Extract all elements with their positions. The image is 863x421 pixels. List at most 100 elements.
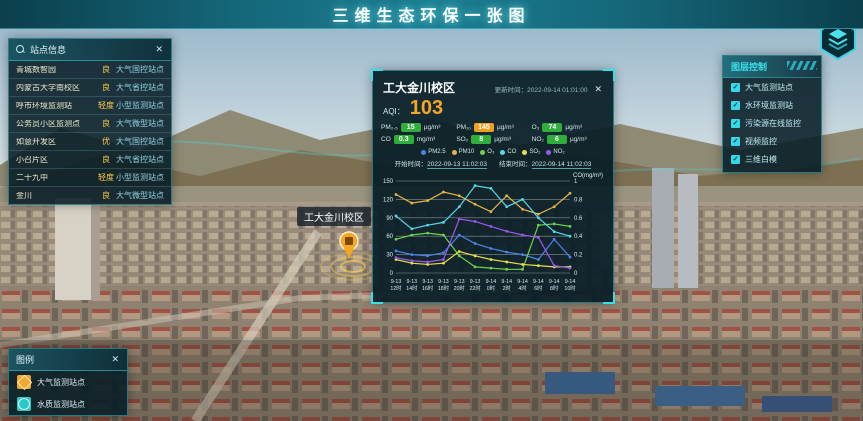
legend-item[interactable]: O₃ xyxy=(480,149,494,155)
pollutant-value-badge: 8 xyxy=(471,135,491,144)
start-time-input[interactable]: 2022-09-13 11:02:03 xyxy=(427,161,487,169)
legend-label: 水质监测站点 xyxy=(37,399,85,410)
svg-text:8时: 8时 xyxy=(550,284,559,292)
station-row[interactable]: 内蒙古大学南校区 良 大气省控站点 xyxy=(9,79,171,97)
checkbox-checked-icon[interactable]: ✓ xyxy=(731,119,740,128)
layer-panel-title: 图层控制 xyxy=(723,56,821,78)
station-marker-pin[interactable] xyxy=(336,230,362,260)
svg-text:0时: 0时 xyxy=(487,284,496,292)
water-station-marker-icon xyxy=(17,397,31,411)
svg-text:90: 90 xyxy=(386,216,393,222)
close-icon[interactable]: ✕ xyxy=(110,354,120,365)
svg-text:0.2: 0.2 xyxy=(574,253,583,259)
station-type: 大气微型站点 xyxy=(116,120,164,128)
pollutant-cell: O₃ 74 µg/m³ xyxy=(532,123,605,132)
station-row[interactable]: 呼市环境监测站 轻度 小型监测站点 xyxy=(9,97,171,115)
legend-panel-title: 图例 xyxy=(16,353,105,366)
svg-text:150: 150 xyxy=(383,179,394,185)
station-row[interactable]: 小召片区 良 大气省控站点 xyxy=(9,151,171,169)
svg-text:0.4: 0.4 xyxy=(574,234,583,240)
station-status: 良 xyxy=(96,66,116,74)
svg-text:18时: 18时 xyxy=(438,284,450,292)
title-bar: 三维生态环保一张图 xyxy=(0,0,863,29)
layer-item[interactable]: ✓ 污染源在线监控 xyxy=(723,114,821,132)
popup-title: 工大金川校区 xyxy=(383,79,455,96)
layer-item[interactable]: ✓ 水环境监测站 xyxy=(723,96,821,114)
close-icon[interactable]: ✕ xyxy=(154,44,164,55)
station-row[interactable]: 青城数智园 良 大气国控站点 xyxy=(9,61,171,79)
svg-text:9-14: 9-14 xyxy=(517,279,528,285)
series-dot-icon xyxy=(480,150,485,155)
legend-item[interactable]: PM2.5 xyxy=(421,149,445,155)
svg-text:9-14: 9-14 xyxy=(549,279,560,285)
station-status: 轻度 xyxy=(96,174,116,182)
pollutant-label: PM₁₀ xyxy=(456,124,471,131)
close-icon[interactable]: ✕ xyxy=(593,84,603,95)
pollutant-grid: PM₂.₅ 15 µg/m³ PM₁₀ 145 µg/m³ O₃ 74 µg/m… xyxy=(373,118,613,146)
legend-label: 大气监测站点 xyxy=(37,377,85,388)
station-row[interactable]: 如意开发区 优 大气国控站点 xyxy=(9,133,171,151)
page-title: 三维生态环保一张图 xyxy=(332,2,530,26)
aqi-label: AQI： xyxy=(383,106,405,117)
pollutant-value-badge: 0.3 xyxy=(394,135,414,144)
station-row[interactable]: 金川 良 大气微型站点 xyxy=(9,187,171,204)
station-status: 良 xyxy=(96,84,116,92)
checkbox-checked-icon[interactable]: ✓ xyxy=(731,101,740,110)
end-time-label: 结束时间： xyxy=(499,161,532,168)
pollutant-label: SO₂ xyxy=(456,136,468,143)
station-name: 内蒙古大学南校区 xyxy=(16,84,96,92)
pollutant-unit: µg/m³ xyxy=(424,124,441,131)
legend-item: 大气监测站点 xyxy=(9,371,127,393)
checkbox-checked-icon[interactable]: ✓ xyxy=(731,155,740,164)
pollutant-unit: µg/m³ xyxy=(497,124,514,131)
pollutant-unit: mg/m³ xyxy=(417,136,435,143)
layer-control-panel: 图层控制 ✓ 大气监测站点 ✓ 水环境监测站 ✓ 污染源在线监控 ✓ 视频监控 … xyxy=(722,55,822,173)
station-status: 良 xyxy=(96,156,116,164)
series-dot-icon xyxy=(421,150,426,155)
station-type: 大气国控站点 xyxy=(116,66,164,74)
popup-update-time: 更新时间：2022-09-14 01:01:00 xyxy=(495,84,588,94)
series-dot-icon xyxy=(522,150,527,155)
station-row[interactable]: 二十九中 轻度 小型监测站点 xyxy=(9,169,171,187)
pollutant-cell: PM₂.₅ 15 µg/m³ xyxy=(381,123,454,132)
svg-text:9-13: 9-13 xyxy=(454,279,465,285)
start-time-label: 开始时间： xyxy=(395,161,428,168)
station-status: 良 xyxy=(96,120,116,128)
checkbox-checked-icon[interactable]: ✓ xyxy=(731,137,740,146)
station-type: 小型监测站点 xyxy=(116,102,164,110)
pollutant-label: NO₂ xyxy=(532,136,544,143)
svg-text:20时: 20时 xyxy=(454,284,466,292)
layer-item[interactable]: ✓ 三维白模 xyxy=(723,150,821,168)
station-panel-header: 站点信息 ✕ xyxy=(9,39,171,61)
pollutant-label: O₃ xyxy=(532,124,540,131)
pollutant-unit: µg/m³ xyxy=(494,136,511,143)
station-map-label[interactable]: 工大金川校区 xyxy=(297,207,371,226)
station-panel-title: 站点信息 xyxy=(30,43,149,56)
end-time-input[interactable]: 2022-09-14 11:02:03 xyxy=(532,161,592,169)
legend-item[interactable]: NO₂ xyxy=(546,149,564,155)
station-row[interactable]: 公务员小区监测点 良 大气微型站点 xyxy=(9,115,171,133)
svg-text:9-13: 9-13 xyxy=(438,279,449,285)
layer-item[interactable]: ✓ 视频监控 xyxy=(723,132,821,150)
svg-text:60: 60 xyxy=(386,234,393,240)
station-type: 大气微型站点 xyxy=(116,192,164,200)
svg-text:120: 120 xyxy=(383,197,394,203)
svg-text:10时: 10时 xyxy=(564,284,576,292)
layer-label: 水环境监测站 xyxy=(745,100,793,111)
checkbox-checked-icon[interactable]: ✓ xyxy=(731,83,740,92)
pollutant-value-badge: 74 xyxy=(542,123,562,132)
station-name: 呼市环境监测站 xyxy=(16,102,96,110)
svg-text:0: 0 xyxy=(574,271,578,277)
chart-series-legend: PM2.5 PM10 O₃ CO SO₂ NO₂ xyxy=(373,146,613,156)
svg-text:CO(mg/m³): CO(mg/m³) xyxy=(573,173,603,179)
station-name: 小召片区 xyxy=(16,156,96,164)
station-name: 二十九中 xyxy=(16,174,96,182)
svg-text:4时: 4时 xyxy=(518,284,527,292)
layer-item[interactable]: ✓ 大气监测站点 xyxy=(723,78,821,96)
series-dot-icon xyxy=(546,150,551,155)
svg-text:12时: 12时 xyxy=(390,284,402,292)
legend-item[interactable]: CO xyxy=(500,149,516,155)
legend-item[interactable]: SO₂ xyxy=(522,149,540,155)
pollutant-label: PM₂.₅ xyxy=(381,124,398,131)
legend-item[interactable]: PM10 xyxy=(452,149,475,155)
